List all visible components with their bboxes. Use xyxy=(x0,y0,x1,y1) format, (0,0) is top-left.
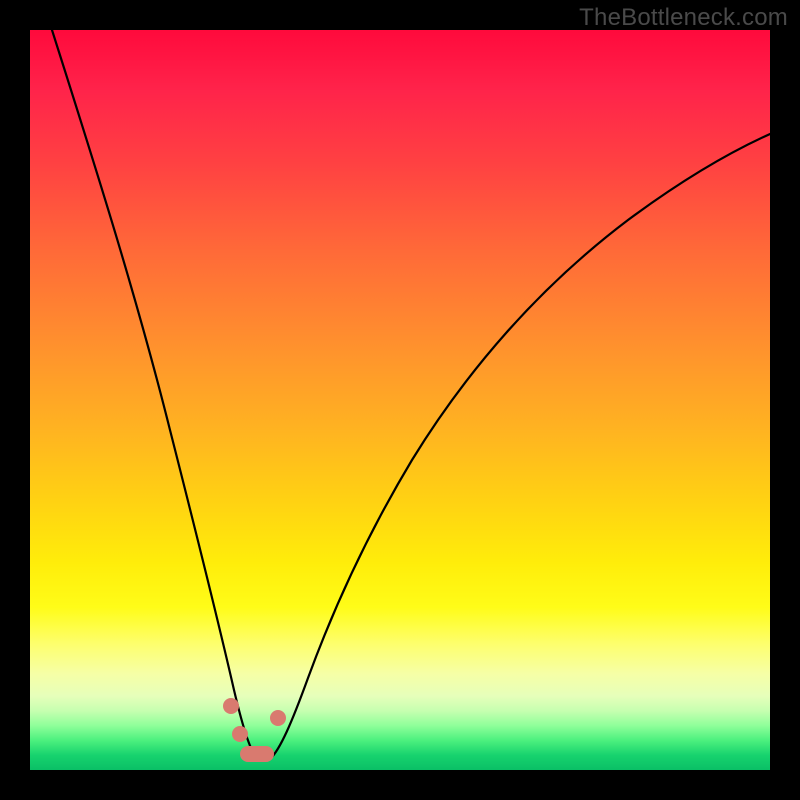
marker-dot xyxy=(223,698,239,714)
curve-path xyxy=(52,30,770,761)
chart-frame: TheBottleneck.com xyxy=(0,0,800,800)
bottleneck-curve xyxy=(30,30,770,770)
watermark-text: TheBottleneck.com xyxy=(579,4,788,32)
marker-dot xyxy=(270,710,286,726)
marker-dot xyxy=(232,726,248,742)
marker-pill xyxy=(240,746,274,762)
plot-area xyxy=(30,30,770,770)
